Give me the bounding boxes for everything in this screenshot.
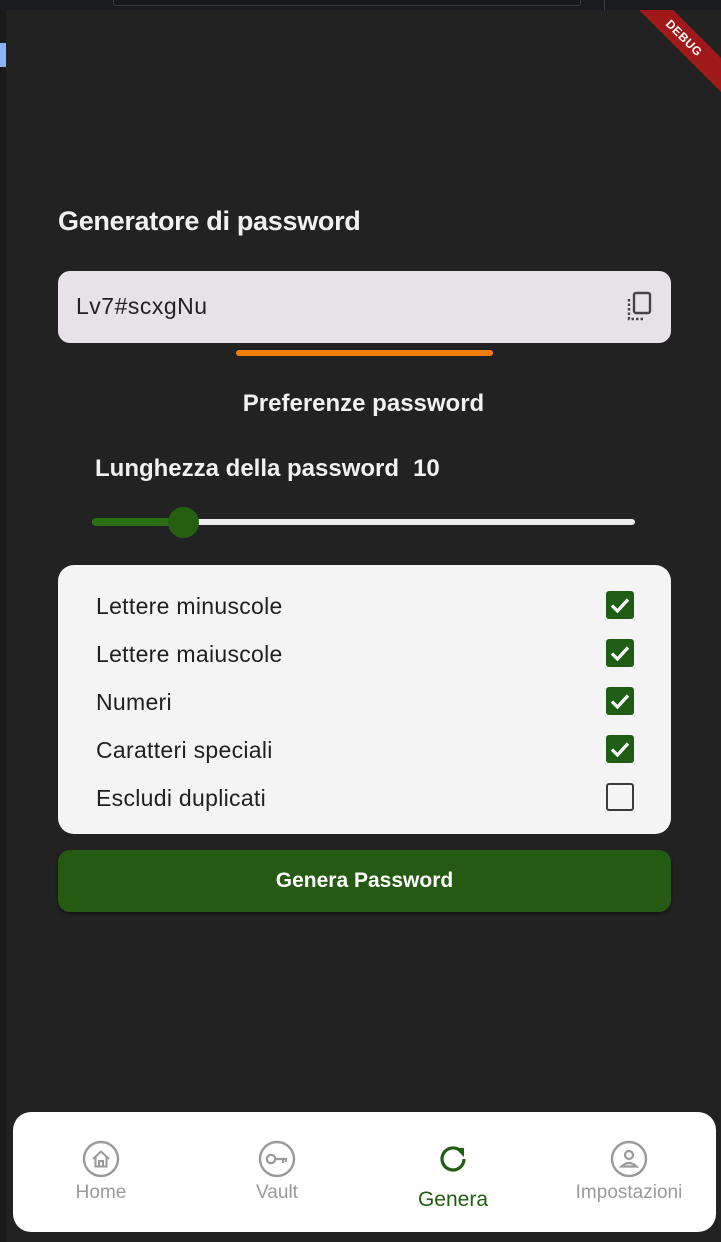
option-label: Escludi duplicati [96, 785, 267, 811]
nav-vault[interactable]: Vault [189, 1112, 365, 1232]
option-exclude-duplicates[interactable]: Escludi duplicati [96, 779, 634, 819]
debug-banner: DEBUG [629, 10, 721, 93]
person-icon [610, 1140, 648, 1178]
options-card: Lettere minuscole Lettere maiuscole Nume… [58, 565, 671, 834]
home-icon [82, 1140, 120, 1178]
slider-thumb[interactable] [168, 507, 199, 538]
nav-label: Genera [417, 1188, 489, 1211]
length-label: Lunghezza della password [95, 455, 400, 482]
generate-password-button[interactable]: Genera Password [58, 850, 671, 912]
nav-label: Vault [256, 1182, 298, 1203]
checkbox-numbers[interactable] [606, 687, 634, 715]
option-label: Caratteri speciali [96, 737, 273, 763]
check-icon [610, 646, 630, 662]
option-label: Lettere minuscole [96, 593, 283, 619]
option-special[interactable]: Caratteri speciali [96, 731, 634, 771]
refresh-icon [440, 1146, 466, 1172]
key-icon [258, 1140, 296, 1178]
preferences-title: Preferenze password [242, 390, 485, 417]
option-numbers[interactable]: Numeri [96, 683, 634, 723]
nav-home[interactable]: Home [13, 1112, 189, 1232]
check-icon [610, 742, 630, 758]
browser-top-strip [0, 0, 721, 10]
nav-label: Impostazioni [575, 1182, 683, 1203]
bottom-nav: Home Vault Genera Impostazioni [13, 1112, 716, 1232]
check-icon [610, 694, 630, 710]
nav-label: Home [75, 1182, 127, 1203]
nav-impostazioni[interactable]: Impostazioni [541, 1112, 717, 1232]
checkbox-lowercase[interactable] [606, 591, 634, 619]
length-slider[interactable] [92, 507, 638, 538]
option-uppercase[interactable]: Lettere maiuscole [96, 635, 634, 675]
option-lowercase[interactable]: Lettere minuscole [96, 587, 634, 627]
checkbox-uppercase[interactable] [606, 639, 634, 667]
nav-genera[interactable]: Genera [365, 1112, 541, 1232]
password-strength-bar [236, 350, 493, 356]
copy-icon[interactable] [625, 291, 655, 323]
address-bar[interactable] [113, 0, 581, 6]
checkbox-exclude-duplicates[interactable] [606, 783, 634, 811]
checkbox-special[interactable] [606, 735, 634, 763]
length-row: Lunghezza della password 10 [95, 455, 440, 483]
app-screen: DEBUG Generatore di password Lv7#scxgNu … [6, 10, 721, 1242]
toolbar-separator [604, 0, 605, 10]
generated-password-text: Lv7#scxgNu [76, 293, 208, 319]
check-icon [610, 598, 630, 614]
page-title: Generatore di password [58, 206, 361, 236]
length-value: 10 [413, 455, 440, 482]
generated-password-field[interactable]: Lv7#scxgNu [58, 271, 671, 343]
option-label: Numeri [96, 689, 172, 715]
option-label: Lettere maiuscole [96, 641, 283, 667]
